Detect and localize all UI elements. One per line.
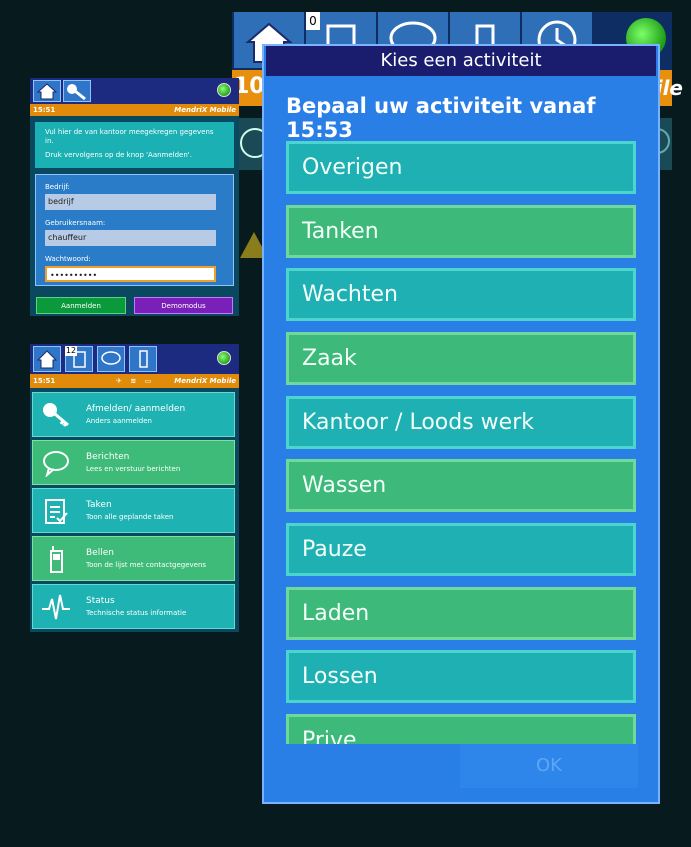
bg-badge: 0 — [306, 12, 320, 30]
instruction-line-2: Druk vervolgens op de knop 'Aanmelden'. — [45, 151, 192, 159]
username-label: Gebruikersnaam: — [45, 219, 106, 227]
mobile-phone-icon — [139, 350, 148, 368]
activity-option[interactable]: Kantoor / Loods werk — [286, 396, 636, 449]
phone-button[interactable] — [129, 346, 157, 372]
menu-item-subtitle: Lees en verstuur berichten — [86, 465, 181, 473]
menu-item-title: Status — [86, 596, 115, 606]
connection-status-led — [217, 351, 231, 365]
activity-option[interactable]: Lossen — [286, 650, 636, 703]
login-toolbar — [30, 78, 239, 104]
menu-item-subtitle: Anders aanmelden — [86, 417, 152, 425]
dialog-heading: Bepaal uw activiteit vanaf 15:53 — [286, 94, 596, 142]
activity-option[interactable]: Tanken — [286, 205, 636, 258]
menu-item-subtitle: Toon alle geplande taken — [86, 513, 174, 521]
task-count-badge: 12 — [65, 346, 77, 356]
menu-item-title: Berichten — [86, 452, 130, 462]
activity-option[interactable]: Overigen — [286, 141, 636, 194]
speech-bubble-icon — [101, 351, 121, 365]
menu-item-subtitle: Toon de lijst met contactgegevens — [86, 561, 207, 569]
password-field[interactable]: •••••••••• — [45, 266, 216, 282]
key-icon — [43, 403, 69, 427]
menu-item-messages[interactable]: Berichten Lees en verstuur berichten — [32, 440, 235, 485]
activity-option[interactable]: Wassen — [286, 459, 636, 512]
menu-item-title: Taken — [86, 500, 112, 510]
home-icon — [36, 350, 58, 369]
messages-button[interactable] — [97, 346, 125, 372]
home-icon — [36, 83, 58, 100]
company-label: Bedrijf: — [45, 183, 70, 191]
menu-item-title: Bellen — [86, 548, 114, 558]
bluetooth-icon: ✈ — [116, 377, 122, 385]
wifi-icon: ≋ — [130, 377, 137, 385]
activity-list[interactable]: Overigen Tanken Wachten Zaak Kantoor / L… — [284, 138, 638, 744]
login-instructions: Vul hier de van kantoor meegekregen gege… — [35, 122, 234, 168]
menu-item-tasks[interactable]: Taken Toon alle geplande taken — [32, 488, 235, 533]
login-status-bar: 15:51 MendriX Mobile — [30, 104, 239, 116]
instruction-line-1: Vul hier de van kantoor meegekregen gege… — [45, 128, 214, 145]
menu-toolbar: 12 — [30, 344, 239, 374]
menu-status-bar: 15:51 ✈ ≋ ▭ MendriX Mobile — [30, 374, 239, 388]
dialog-footer: OK — [266, 744, 656, 802]
mobile-phone-icon — [50, 546, 63, 573]
login-form: Bedrijf: bedrijf Gebruikersnaam: chauffe… — [35, 174, 234, 286]
menu-item-call[interactable]: Bellen Toon de lijst met contactgegevens — [32, 536, 235, 581]
key-icon — [67, 84, 86, 101]
status-time: 15:51 — [33, 377, 56, 385]
menu-item-subtitle: Technische status informatie — [86, 609, 187, 617]
login-screen: 15:51 MendriX Mobile Vul hier de van kan… — [30, 78, 239, 316]
ok-button[interactable]: OK — [460, 744, 638, 788]
company-field[interactable]: bedrijf — [45, 194, 216, 210]
status-time: 15:51 — [33, 106, 56, 114]
home-button[interactable] — [33, 346, 61, 372]
dialog-title: Kies een activiteit — [266, 46, 656, 76]
connection-status-led — [217, 83, 231, 97]
password-label: Wachtwoord: — [45, 255, 91, 263]
activity-option[interactable]: Prive — [286, 714, 636, 744]
speech-bubble-icon — [43, 451, 69, 477]
signal-icons: ✈ ≋ ▭ — [116, 374, 151, 388]
menu-item-status[interactable]: Status Technische status informatie — [32, 584, 235, 629]
activity-option[interactable]: Wachten — [286, 268, 636, 321]
main-menu-screen: 12 15:51 ✈ ≋ ▭ MendriX Mobile Afmelden/ … — [30, 344, 239, 632]
username-field[interactable]: chauffeur — [45, 230, 216, 246]
login-button[interactable]: Aanmelden — [36, 297, 126, 314]
menu-item-title: Afmelden/ aanmelden — [86, 404, 186, 414]
heartbeat-icon — [42, 594, 70, 620]
brand-label: MendriX Mobile — [174, 377, 236, 385]
battery-icon: ▭ — [144, 377, 152, 385]
brand-label: MendriX Mobile — [174, 106, 236, 114]
activity-option[interactable]: Pauze — [286, 523, 636, 576]
key-button[interactable] — [63, 80, 91, 102]
activity-dialog: Kies een activiteit Bepaal uw activiteit… — [262, 44, 660, 804]
home-button[interactable] — [33, 80, 61, 102]
activity-option[interactable]: Laden — [286, 587, 636, 640]
demo-mode-button[interactable]: Demomodus — [134, 297, 233, 314]
activity-option[interactable]: Zaak — [286, 332, 636, 385]
clipboard-icon — [45, 499, 68, 524]
menu-item-login[interactable]: Afmelden/ aanmelden Anders aanmelden — [32, 392, 235, 437]
